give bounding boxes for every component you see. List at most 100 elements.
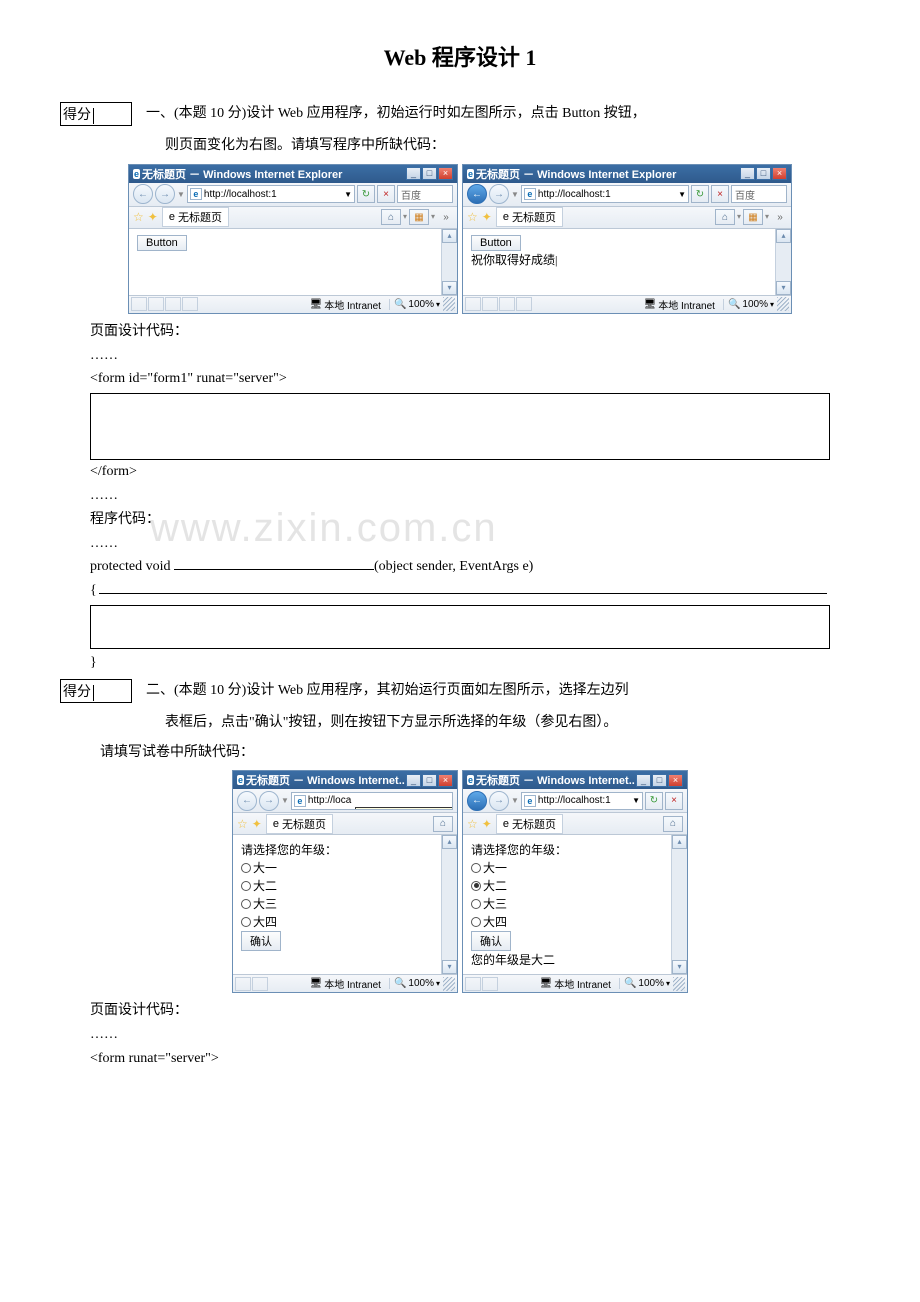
tab[interactable]: e无标题页 (162, 207, 229, 227)
more-icon[interactable]: » (773, 212, 787, 223)
maximize-button[interactable]: □ (422, 774, 437, 787)
close-button[interactable]: × (772, 167, 787, 180)
back-button[interactable]: ← (467, 184, 487, 204)
ie-window-right-2: e 无标题页 － Windows Internet.. _ □ × ← → ▼ … (462, 770, 688, 993)
ellipsis: …… (90, 1023, 830, 1047)
resize-grip[interactable] (673, 977, 685, 991)
answer-box-2 (90, 605, 830, 649)
forward-button[interactable]: → (489, 184, 509, 204)
favorites-icon[interactable]: ☆ (237, 817, 248, 831)
confirm-button[interactable]: 确认 (471, 931, 511, 951)
radio-option[interactable]: 大四 (241, 913, 433, 930)
zoom-control[interactable]: 🔍 100% ▾ (389, 299, 440, 310)
refresh-button[interactable]: ↻ (691, 185, 709, 203)
button-control[interactable]: Button (471, 235, 521, 251)
stop-button[interactable]: × (665, 792, 683, 810)
radio-option[interactable]: 大二 (241, 877, 433, 894)
tab[interactable]: e无标题页 (496, 814, 563, 834)
vertical-scrollbar[interactable]: ▴▾ (671, 835, 687, 974)
radio-option[interactable]: 大二 (471, 877, 663, 894)
ellipsis: …… (90, 532, 830, 556)
address-bar[interactable]: ehttp://localhost:1▼ (187, 185, 355, 203)
home-icon[interactable]: ⌂ (663, 816, 683, 832)
maximize-button[interactable]: □ (652, 774, 667, 787)
radio-option[interactable]: 大三 (471, 895, 663, 912)
dropdown-icon[interactable]: ▼ (177, 190, 185, 199)
ie-icon: e (237, 775, 244, 785)
status-bar: 🖥 本地 Intranet 🔍 100% ▾ (233, 974, 457, 992)
blank-method-name (174, 556, 374, 570)
zoom-control[interactable]: 🔍 100% ▾ (619, 978, 670, 989)
zoom-icon: 🔍 (394, 978, 406, 989)
score-label: 得分 (63, 685, 91, 700)
status-bar: 🖥 本地 Intranet 🔍 100% ▾ (463, 295, 791, 313)
radio-option[interactable]: 大一 (241, 859, 433, 876)
radio-option[interactable]: 大四 (471, 913, 663, 930)
dropdown-icon[interactable]: ▼ (511, 190, 519, 199)
back-button[interactable]: ← (133, 184, 153, 204)
forward-button[interactable]: → (259, 791, 279, 811)
address-bar[interactable]: ehttp://localhost:1▼ (521, 185, 689, 203)
tab[interactable]: e无标题页 (266, 814, 333, 834)
radio-option[interactable]: 大三 (241, 895, 433, 912)
ie-titlebar: e 无标题页 － Windows Internet Explorer _ □ × (463, 165, 791, 183)
favorites-icon[interactable]: ☆ (133, 210, 144, 224)
zoom-control[interactable]: 🔍 100% ▾ (723, 299, 774, 310)
feeds-icon[interactable]: ▦ (409, 209, 429, 225)
page-title: Web 程序设计 1 (60, 40, 860, 72)
vertical-scrollbar[interactable]: ▴▾ (441, 229, 457, 295)
result-text: 祝你取得好成绩| (471, 253, 557, 267)
forward-button[interactable]: → (155, 184, 175, 204)
back-button[interactable]: ← (237, 791, 257, 811)
add-favorites-icon[interactable]: ✦ (148, 210, 158, 224)
close-button[interactable]: × (438, 774, 453, 787)
add-favorites-icon[interactable]: ✦ (482, 210, 492, 224)
minimize-button[interactable]: _ (406, 167, 421, 180)
minimize-button[interactable]: _ (406, 774, 421, 787)
close-button[interactable]: × (438, 167, 453, 180)
vertical-scrollbar[interactable]: ▴▾ (441, 835, 457, 974)
confirm-button[interactable]: 确认 (241, 931, 281, 951)
resize-grip[interactable] (443, 297, 455, 311)
zoom-control[interactable]: 🔍 100% ▾ (389, 978, 440, 989)
add-favorites-icon[interactable]: ✦ (482, 817, 492, 831)
status-zone: 🖥 本地 Intranet (540, 976, 611, 991)
favorites-icon[interactable]: ☆ (467, 817, 478, 831)
feeds-icon[interactable]: ▦ (743, 209, 763, 225)
address-bar[interactable]: ehttp://loca无标题页 - Windows : (291, 792, 453, 810)
answer-box-1 (90, 393, 830, 459)
home-icon[interactable]: ⌂ (381, 209, 401, 225)
resize-grip[interactable] (777, 297, 789, 311)
more-icon[interactable]: » (439, 212, 453, 223)
page-content: 请选择您的年级： 大一 大二 大三 大四 确认 ▴▾ (233, 835, 457, 974)
add-favorites-icon[interactable]: ✦ (252, 817, 262, 831)
button-control[interactable]: Button (137, 235, 187, 251)
home-icon[interactable]: ⌂ (433, 816, 453, 832)
address-bar[interactable]: ehttp://localhost:1▼ (521, 792, 643, 810)
resize-grip[interactable] (443, 977, 455, 991)
refresh-button[interactable]: ↻ (357, 185, 375, 203)
vertical-scrollbar[interactable]: ▴▾ (775, 229, 791, 295)
search-box[interactable]: 百度 (397, 185, 453, 203)
home-icon[interactable]: ⌂ (715, 209, 735, 225)
minimize-button[interactable]: _ (740, 167, 755, 180)
ie-titlebar: e 无标题页 － Windows Internet.. _ □ × (233, 771, 457, 789)
zoom-icon: 🔍 (728, 299, 740, 310)
refresh-button[interactable]: ↻ (645, 792, 663, 810)
status-bar: 🖥 本地 Intranet 🔍 100% ▾ (463, 974, 687, 992)
radio-option[interactable]: 大一 (471, 859, 663, 876)
stop-button[interactable]: × (377, 185, 395, 203)
favorites-icon[interactable]: ☆ (467, 210, 478, 224)
tab[interactable]: e无标题页 (496, 207, 563, 227)
forward-button[interactable]: → (489, 791, 509, 811)
stop-button[interactable]: × (711, 185, 729, 203)
ie-fav-bar: ☆ ✦ e无标题页 ⌂ ▾ ▦ ▾ » (463, 207, 791, 229)
search-box[interactable]: 百度 (731, 185, 787, 203)
dropdown-icon[interactable]: ▼ (511, 796, 519, 805)
dropdown-icon[interactable]: ▼ (281, 796, 289, 805)
close-button[interactable]: × (668, 774, 683, 787)
back-button[interactable]: ← (467, 791, 487, 811)
minimize-button[interactable]: _ (636, 774, 651, 787)
maximize-button[interactable]: □ (756, 167, 771, 180)
maximize-button[interactable]: □ (422, 167, 437, 180)
